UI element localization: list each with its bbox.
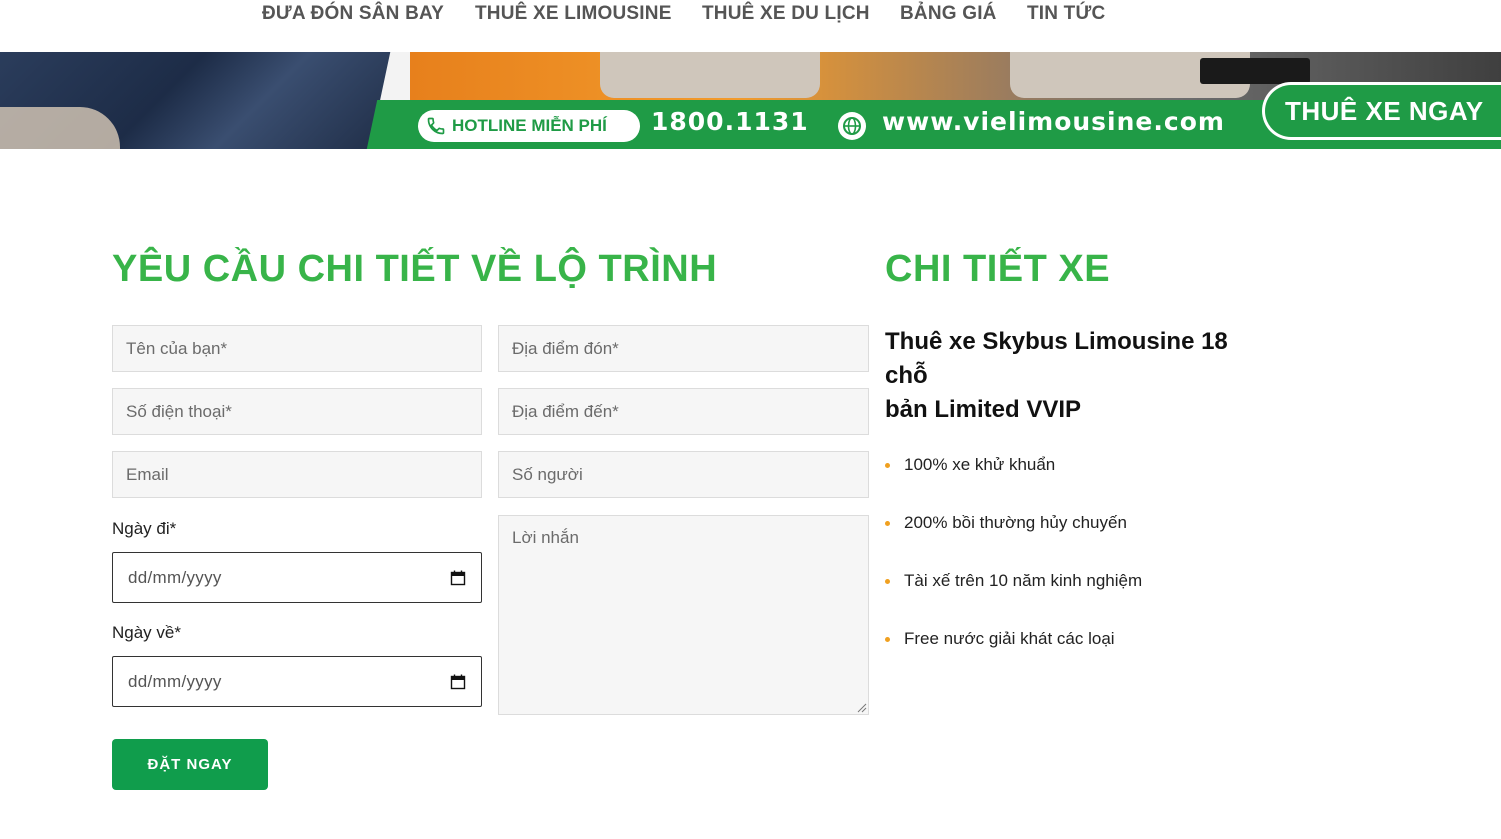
return-date-placeholder: dd/mm/yyyy [128,671,222,691]
return-date-label: Ngày về* [112,623,181,642]
feature-item: 200% bồi thường hủy chuyến [885,513,1127,533]
hotline-badge: HOTLINE MIỄN PHÍ [418,110,640,142]
vehicle-detail-title: CHI TIẾT XE [885,248,1111,290]
rent-now-label: THUÊ XE NGAY [1285,95,1484,126]
nav-item-limousine-rental[interactable]: THUÊ XE LIMOUSINE [475,3,672,25]
depart-date-input[interactable]: dd/mm/yyyy [112,552,482,603]
passenger-count-input[interactable] [498,451,869,498]
feature-text: Tài xế trên 10 năm kinh nghiệm [904,571,1143,590]
globe-icon [838,112,866,140]
rent-now-button[interactable]: THUÊ XE NGAY [1262,82,1501,140]
bullet-icon [885,578,890,584]
hotline-number[interactable]: 1800.1131 [651,107,809,136]
vehicle-name: Thuê xe Skybus Limousine 18 chỗ bản Limi… [885,325,1265,427]
name-input[interactable] [112,325,482,372]
calendar-icon[interactable] [450,674,466,690]
main-nav: ĐƯA ĐÓN SÂN BAY THUÊ XE LIMOUSINE THUÊ X… [0,0,1501,52]
phone-input[interactable] [112,388,482,435]
nav-item-pricing[interactable]: BẢNG GIÁ [900,3,997,25]
feature-text: 200% bồi thường hủy chuyến [904,513,1127,532]
feature-text: 100% xe khử khuẩn [904,455,1056,474]
vehicle-name-line1: Thuê xe Skybus Limousine 18 chỗ [885,328,1228,389]
dropoff-location-input[interactable] [498,388,869,435]
bullet-icon [885,462,890,468]
nav-item-tour-rental[interactable]: THUÊ XE DU LỊCH [702,3,870,25]
depart-date-label: Ngày đi* [112,519,177,538]
feature-item: 100% xe khử khuẩn [885,455,1055,475]
form-title: YÊU CẦU CHI TIẾT VỀ LỘ TRÌNH [112,248,718,290]
resize-handle-icon[interactable] [857,703,867,713]
hotline-label: HOTLINE MIỄN PHÍ [452,116,607,135]
feature-text: Free nước giải khát các loại [904,629,1115,648]
phone-icon [427,117,445,135]
depart-date-placeholder: dd/mm/yyyy [128,567,222,587]
bullet-icon [885,636,890,642]
nav-item-news[interactable]: TIN TỨC [1027,3,1105,25]
nav-item-airport-transfer[interactable]: ĐƯA ĐÓN SÂN BAY [262,3,444,25]
message-textarea[interactable] [498,515,869,715]
book-now-button[interactable]: ĐẶT NGAY [112,739,268,790]
email-input[interactable] [112,451,482,498]
feature-item: Free nước giải khát các loại [885,629,1115,649]
bullet-icon [885,520,890,526]
website-url[interactable]: www.vielimousine.com [882,107,1225,136]
seat-photo [0,52,420,149]
pickup-location-input[interactable] [498,325,869,372]
vehicle-name-line2: bản Limited VVIP [885,396,1082,423]
feature-item: Tài xế trên 10 năm kinh nghiệm [885,571,1142,591]
calendar-icon[interactable] [450,570,466,586]
return-date-input[interactable]: dd/mm/yyyy [112,656,482,707]
